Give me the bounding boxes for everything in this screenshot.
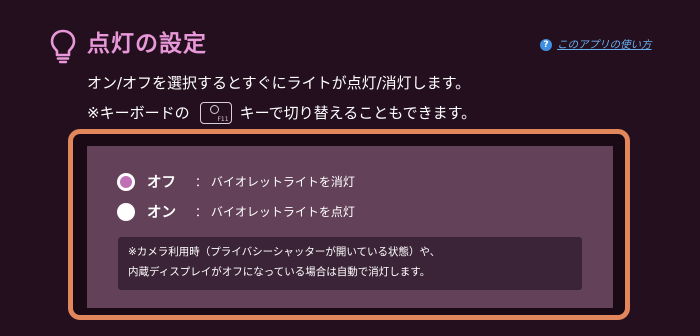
note-line-2: 内蔵ディスプレイがオフになっている場合は自動で消灯します。 (128, 266, 431, 278)
help-link-text[interactable]: このアプリの使い方 (557, 37, 652, 52)
keyboard-f11-key-icon: F11 (199, 102, 232, 124)
page-title: 点灯の設定 (87, 31, 207, 57)
option-off-label: オフ (147, 175, 176, 191)
violet-light-glyph-icon (209, 105, 219, 114)
description-prefix: ※キーボードの (87, 104, 190, 122)
note-line-1: ※カメラ利用時（プライバシーシャッターが開いている状態）や、 (128, 246, 441, 258)
option-on[interactable]: オン ： バイオレットライトを点灯 (117, 201, 355, 222)
option-off-description: ： バイオレットライトを消灯 (195, 175, 355, 189)
question-circle-icon: ? (540, 38, 552, 51)
option-on-description: ： バイオレットライトを点灯 (195, 205, 355, 219)
option-off[interactable]: オフ ： バイオレットライトを消灯 (117, 171, 355, 192)
radio-off[interactable] (117, 172, 135, 191)
lightbulb-icon (50, 29, 76, 64)
help-link[interactable]: ? このアプリの使い方 (540, 37, 652, 52)
radio-on[interactable] (117, 202, 135, 221)
key-label: F11 (217, 116, 229, 123)
description-line-1: オン/オフを選択するとすぐにライトが点灯/消灯します。 (87, 74, 471, 92)
description-line-2: ※キーボードの F11 キーで切り替えることもできます。 (87, 102, 476, 124)
option-on-label: オン (147, 205, 176, 221)
description-suffix: キーで切り替えることもできます。 (239, 104, 477, 122)
